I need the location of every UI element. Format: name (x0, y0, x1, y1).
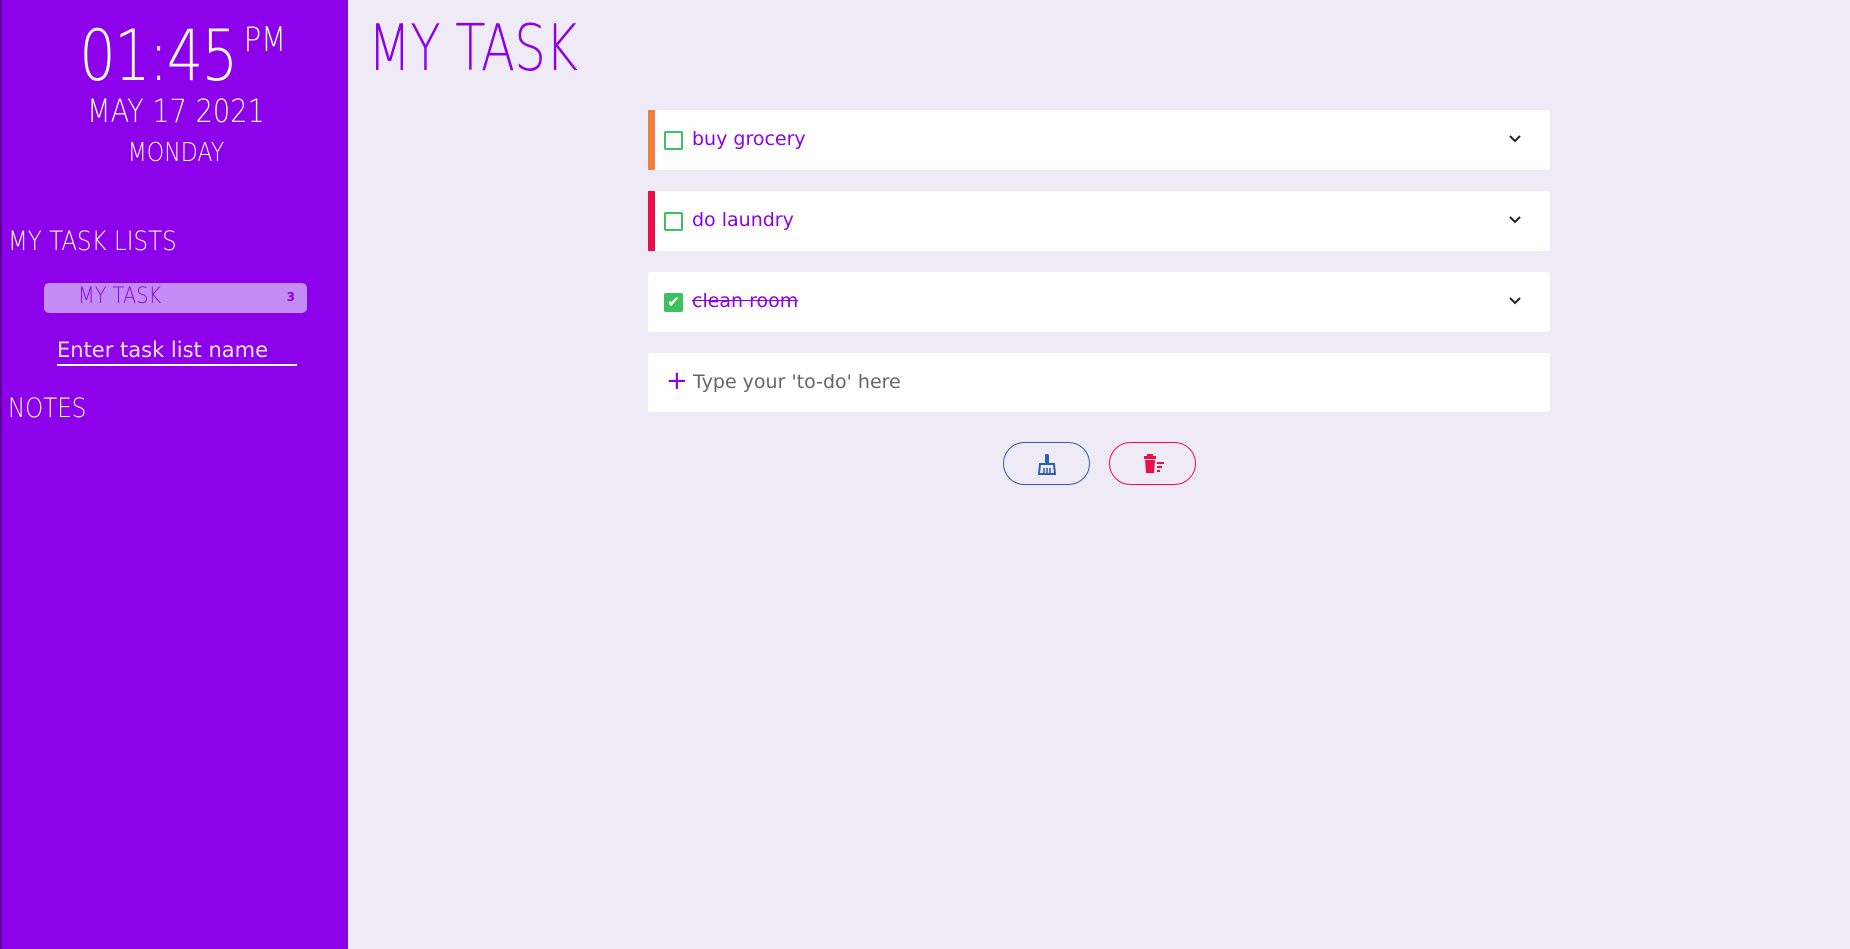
broom-icon (1037, 454, 1057, 475)
chevron-down-icon[interactable] (1506, 292, 1524, 310)
task-label: do laundry (692, 209, 794, 231)
new-task-input[interactable] (693, 365, 1513, 399)
task-lists-heading: MY TASK LISTS (8, 226, 177, 257)
priority-accent (648, 110, 655, 170)
clock-time: 01:45 (79, 15, 238, 97)
delete-all-button[interactable] (1109, 442, 1196, 485)
current-weekday: MONDAY (127, 138, 225, 168)
clear-completed-button[interactable] (1003, 442, 1090, 485)
page-title: MY TASK (368, 12, 578, 86)
chevron-down-icon[interactable] (1506, 211, 1524, 229)
task-label: buy grocery (692, 128, 806, 150)
current-date: MAY 17 2021 (87, 92, 265, 130)
clock-ampm: PM (243, 20, 287, 60)
task-checkbox[interactable] (664, 212, 683, 231)
add-task-row: + (648, 353, 1550, 412)
task-label: clean room (692, 290, 799, 312)
task-item[interactable]: do laundry (648, 191, 1550, 251)
notes-heading[interactable]: NOTES (8, 393, 86, 424)
task-item[interactable]: buy grocery (648, 110, 1550, 170)
task-list-item-my-task[interactable]: MY TASK 3 (44, 283, 307, 313)
plus-icon[interactable]: + (666, 366, 688, 396)
priority-accent (648, 191, 655, 251)
trash-list-icon (1144, 454, 1164, 473)
task-checkbox[interactable] (664, 131, 683, 150)
clock: 01:45 PM (2, 20, 350, 92)
chevron-down-icon[interactable] (1506, 130, 1524, 148)
task-list-name: MY TASK (78, 284, 162, 309)
task-checkbox-checked[interactable]: ✔ (664, 293, 683, 312)
task-count-badge: 3 (286, 290, 295, 304)
sidebar: 01:45 PM MAY 17 2021 MONDAY MY TASK LISTS… (0, 0, 348, 949)
task-item[interactable]: ✔ clean room (648, 272, 1550, 332)
new-task-list-input[interactable] (57, 336, 297, 366)
